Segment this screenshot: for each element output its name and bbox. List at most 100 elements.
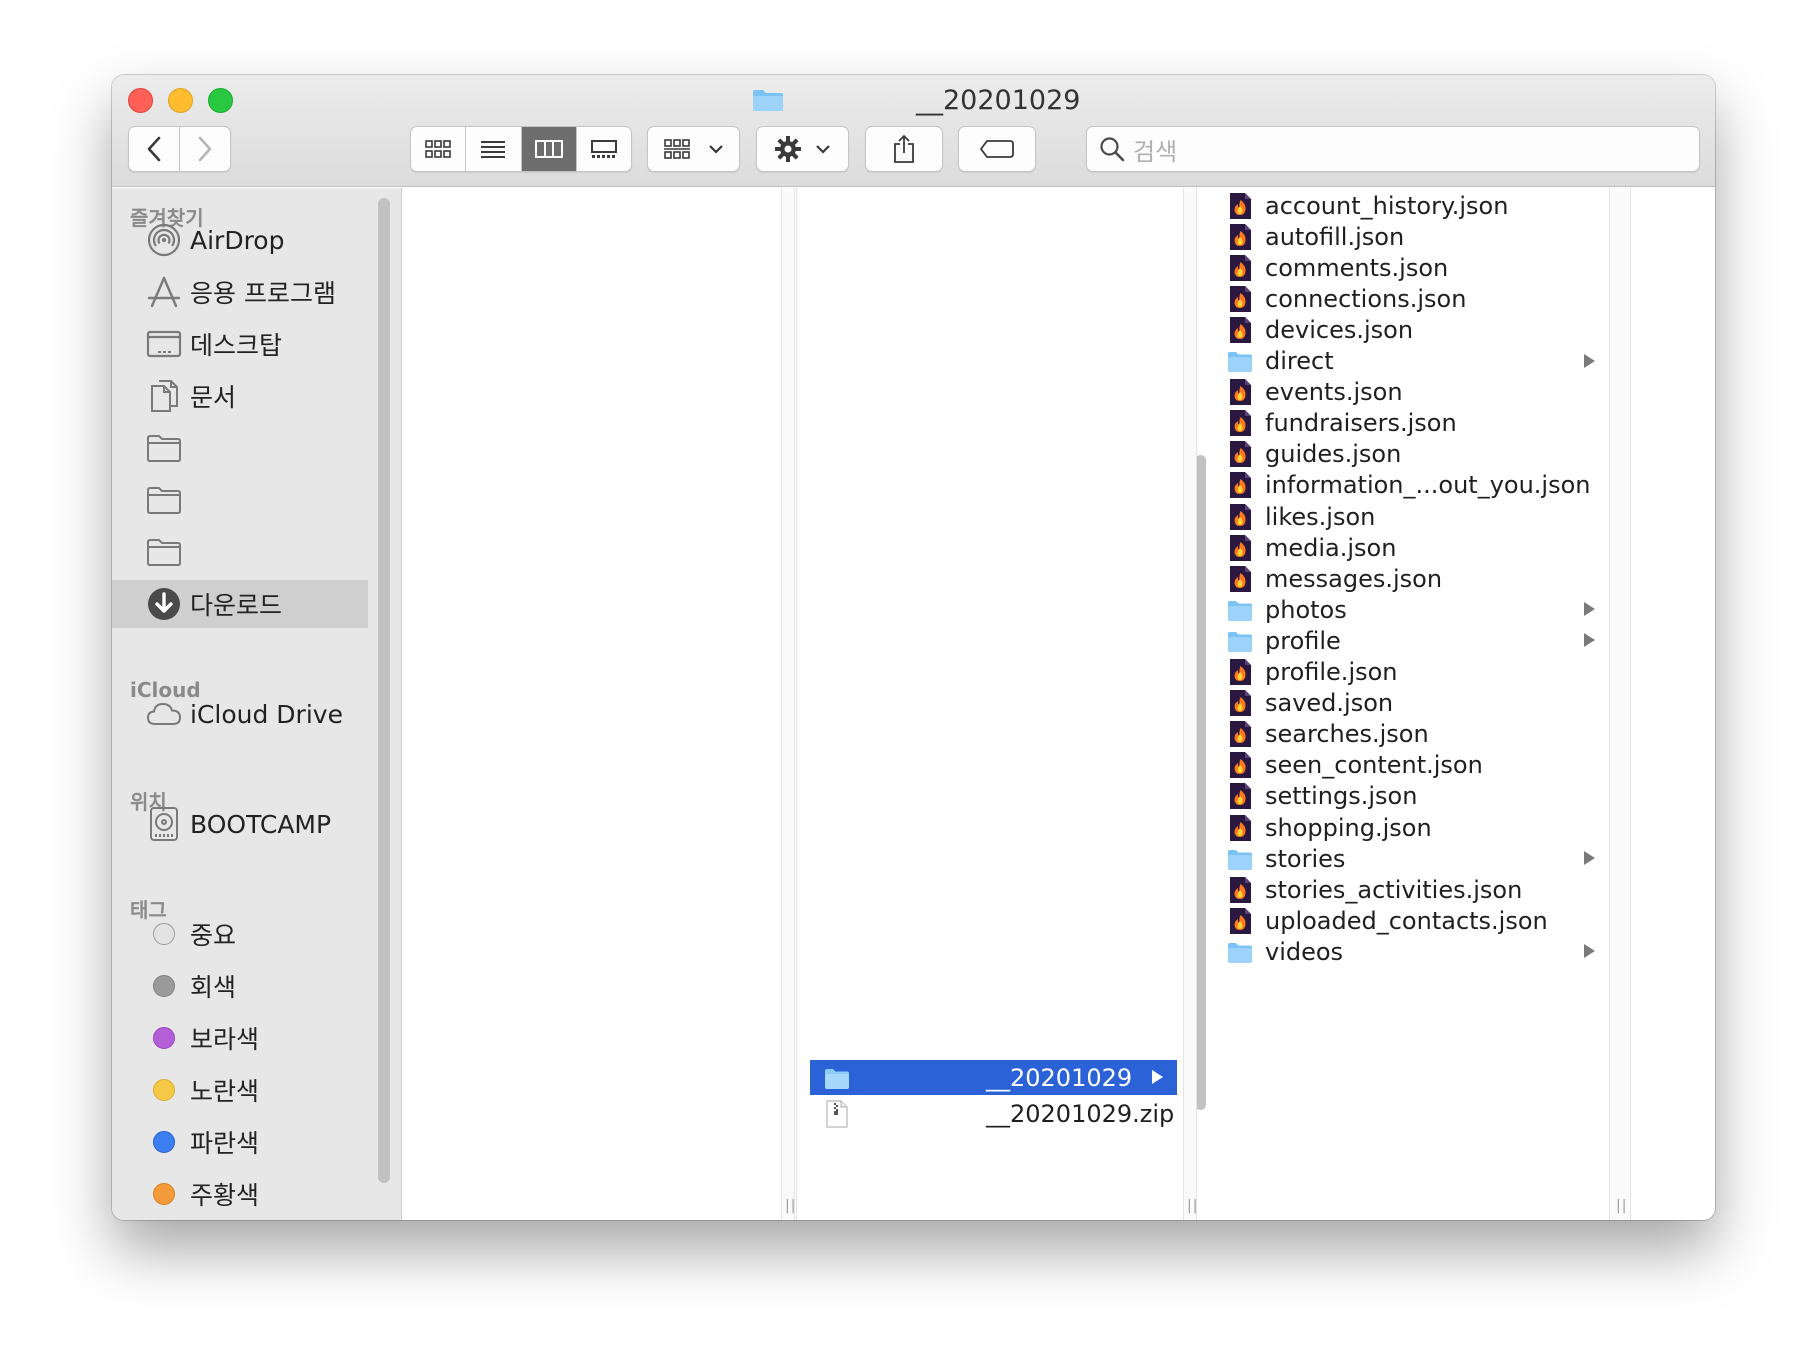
sidebar-item-label: 문서: [190, 383, 237, 412]
sidebar-item-label: 응용 프로그램: [190, 279, 336, 308]
file-name: messages.json: [1265, 564, 1443, 593]
icon-view-button[interactable]: [411, 127, 465, 171]
sidebar-item-folder-2[interactable]: [112, 476, 368, 524]
sidebar-item-applications[interactable]: 응용 프로그램: [112, 268, 368, 316]
gear-icon: [774, 136, 801, 162]
sidebar-item-label: 중요: [190, 921, 237, 950]
tag-color-dot: [146, 1176, 182, 1212]
sidebar-tag-orange[interactable]: 주황색: [112, 1170, 368, 1218]
list-item[interactable]: information_...out_you.json: [1213, 468, 1609, 503]
group-by-button[interactable]: [647, 126, 740, 172]
gallery-view-button[interactable]: [575, 127, 631, 171]
zoom-window-button[interactable]: [208, 88, 233, 113]
minimize-window-button[interactable]: [168, 88, 193, 113]
list-item[interactable]: devices.json: [1213, 312, 1609, 347]
list-item[interactable]: profile: [1213, 623, 1609, 658]
sidebar-item-downloads[interactable]: 다운로드: [112, 580, 368, 628]
list-item[interactable]: seen_content.json: [1213, 748, 1609, 783]
sidebar-tag-yellow[interactable]: 노란색: [112, 1066, 368, 1114]
column-resize-handle[interactable]: ||: [1183, 188, 1197, 1220]
sidebar-item-folder-1[interactable]: [112, 424, 368, 472]
list-item[interactable]: guides.json: [1213, 437, 1609, 472]
folder-icon: [753, 90, 783, 111]
sidebar-item-desktop[interactable]: 데스크탑: [112, 320, 368, 368]
list-item[interactable]: events.json: [1213, 375, 1609, 410]
json-file-icon: [1230, 814, 1251, 841]
column-resize-handle[interactable]: ||: [1609, 188, 1631, 1220]
json-file-icon: [1230, 659, 1251, 685]
column-view-button[interactable]: [520, 127, 576, 171]
share-button[interactable]: [865, 126, 943, 172]
list-view-button[interactable]: [465, 127, 520, 171]
window-title: __20201029: [752, 83, 1080, 117]
list-item[interactable]: account_history.json: [1213, 188, 1609, 223]
list-item[interactable]: messages.json: [1213, 561, 1609, 596]
action-menu-button[interactable]: [756, 126, 849, 172]
forward-button[interactable]: [179, 127, 230, 171]
sidebar-item-label: 주황색: [190, 1181, 260, 1210]
list-item[interactable]: saved.json: [1213, 686, 1609, 721]
list-item[interactable]: uploaded_contacts.json: [1213, 903, 1609, 938]
close-window-button[interactable]: [128, 88, 153, 113]
list-item[interactable]: media.json: [1213, 530, 1609, 565]
disclosure-arrow-icon: [1584, 353, 1595, 368]
tag-color-dot: [146, 1124, 182, 1160]
disclosure-arrow-icon: [1584, 633, 1595, 648]
chevron-left-icon: [147, 136, 161, 162]
list-item[interactable]: shopping.json: [1213, 810, 1609, 845]
file-name: profile.json: [1265, 658, 1398, 686]
list-item[interactable]: fundraisers.json: [1213, 406, 1609, 441]
list-item[interactable]: likes.json: [1213, 499, 1609, 534]
sidebar-tag-blue[interactable]: 파란색: [112, 1118, 368, 1166]
sidebar-item-airdrop[interactable]: AirDrop: [112, 216, 368, 264]
json-file-icon: [1230, 783, 1251, 810]
list-item[interactable]: searches.json: [1213, 717, 1609, 752]
sidebar-tag-important[interactable]: 중요: [112, 910, 368, 958]
edit-tags-button[interactable]: [958, 126, 1036, 172]
tag-color-dot: [146, 1020, 182, 1056]
folder-icon: [825, 1068, 849, 1089]
folder-icon: [1228, 849, 1252, 870]
navigation-buttons: [128, 126, 231, 172]
tag-color-dot: [146, 968, 182, 1004]
list-item[interactable]: stories_activities.json: [1213, 872, 1609, 907]
list-item[interactable]: videos: [1213, 934, 1609, 969]
list-item[interactable]: comments.json: [1213, 250, 1609, 285]
sidebar-item-label: BOOTCAMP: [190, 809, 332, 839]
list-item[interactable]: direct: [1213, 344, 1609, 379]
list-item[interactable]: autofill.json: [1213, 219, 1609, 254]
list-item[interactable]: photos: [1213, 592, 1609, 627]
list-item[interactable]: profile.json: [1213, 655, 1609, 690]
json-file-icon: [1230, 907, 1251, 934]
sidebar-item-documents[interactable]: 문서: [112, 372, 368, 420]
sidebar-tag-purple[interactable]: 보라색: [112, 1014, 368, 1062]
list-item[interactable]: __20201029: [810, 1060, 1177, 1095]
folder-icon: [1228, 631, 1252, 652]
sidebar-item-label: 회색: [190, 973, 237, 1002]
browser-column-2: __20201029 __20201029.zip: [810, 188, 1177, 1220]
sidebar-tag-gray[interactable]: 회색: [112, 962, 368, 1010]
sidebar-scrollbar[interactable]: [378, 198, 390, 1183]
list-item[interactable]: stories: [1213, 841, 1609, 876]
back-button[interactable]: [129, 127, 179, 171]
folder-icon: [1228, 600, 1252, 621]
sidebar-item-icloud-drive[interactable]: iCloud Drive: [112, 690, 368, 738]
file-name: events.json: [1265, 378, 1403, 407]
folder-icon: [1228, 942, 1252, 963]
applications-icon: [146, 274, 182, 310]
file-name: likes.json: [1265, 502, 1376, 531]
list-item[interactable]: settings.json: [1213, 779, 1609, 814]
json-file-icon: [1230, 379, 1251, 406]
file-name: photos: [1265, 595, 1347, 624]
file-name: information_...out_you.json: [1265, 471, 1591, 500]
search-input[interactable]: 검색: [1086, 126, 1700, 172]
sidebar-item-label: AirDrop: [190, 225, 285, 255]
json-file-icon: [1230, 410, 1251, 437]
json-file-icon: [1230, 254, 1251, 281]
sidebar-item-bootcamp[interactable]: BOOTCAMP: [112, 800, 368, 848]
file-name: __20201029.zip: [986, 1099, 1175, 1128]
sidebar-item-folder-3[interactable]: [112, 528, 368, 576]
list-item[interactable]: connections.json: [1213, 281, 1609, 316]
list-item[interactable]: __20201029.zip: [810, 1096, 1177, 1131]
column-resize-handle[interactable]: ||: [781, 188, 795, 1220]
